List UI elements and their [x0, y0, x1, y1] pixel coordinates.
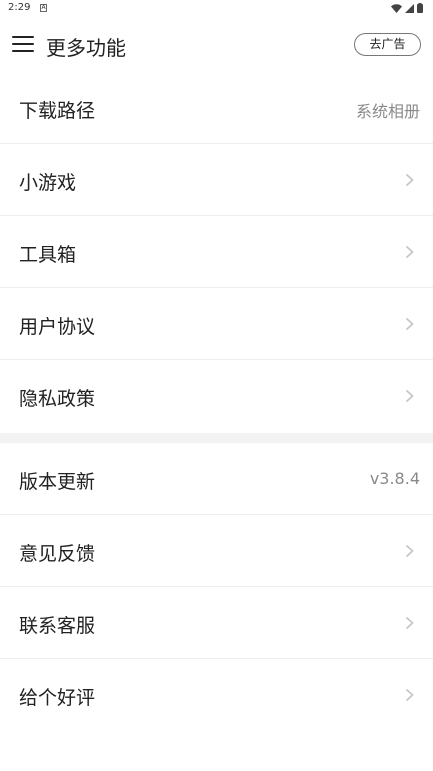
chevron-right-icon	[405, 245, 414, 259]
list-item-label: 工具箱	[19, 244, 77, 266]
status-bar: 2:29 A	[0, 0, 433, 17]
menu-icon[interactable]	[12, 36, 34, 52]
list-item-label: 意见反馈	[19, 543, 96, 565]
chevron-right-icon	[405, 544, 414, 558]
list-item-label: 小游戏	[19, 172, 77, 194]
settings-list-about: 版本更新 v3.8.4 意见反馈联系客服给个好评	[0, 443, 433, 731]
status-icons	[391, 3, 423, 13]
chevron-right-icon	[405, 173, 414, 187]
wifi-icon	[391, 3, 402, 13]
list-item-label: 隐私政策	[19, 388, 96, 410]
chevron-right-icon	[405, 317, 414, 331]
list-item-value: v3.8.4	[369, 469, 420, 488]
chevron-right-icon	[405, 688, 414, 702]
chevron-right-icon	[405, 389, 414, 403]
notification-icon: A	[40, 4, 47, 12]
list-item[interactable]: 工具箱	[0, 216, 433, 288]
list-item[interactable]: 小游戏	[0, 144, 433, 216]
list-item-label: 联系客服	[19, 615, 96, 637]
page-title: 更多功能	[46, 36, 126, 60]
list-item[interactable]: 用户协议	[0, 288, 433, 360]
list-item-label: 用户协议	[19, 316, 96, 338]
signal-icon	[405, 3, 414, 13]
remove-ads-button[interactable]: 去广告	[354, 33, 421, 56]
list-item-label: 版本更新	[19, 471, 96, 493]
list-item-value: 系统相册	[355, 102, 420, 121]
list-item[interactable]: 联系客服	[0, 587, 433, 659]
list-item[interactable]: 下载路径 系统相册	[0, 72, 433, 144]
status-time: 2:29	[8, 2, 31, 13]
list-item[interactable]: 意见反馈	[0, 515, 433, 587]
section-divider	[0, 433, 433, 443]
app-header: 更多功能 去广告	[0, 17, 433, 72]
list-item[interactable]: 版本更新 v3.8.4	[0, 443, 433, 515]
chevron-right-icon	[405, 616, 414, 630]
list-item[interactable]: 给个好评	[0, 659, 433, 731]
list-item[interactable]: 隐私政策	[0, 360, 433, 432]
settings-list-main: 下载路径 系统相册小游戏工具箱用户协议隐私政策	[0, 72, 433, 432]
list-item-label: 下载路径	[19, 100, 96, 122]
battery-icon	[417, 3, 423, 13]
list-item-label: 给个好评	[19, 687, 96, 709]
